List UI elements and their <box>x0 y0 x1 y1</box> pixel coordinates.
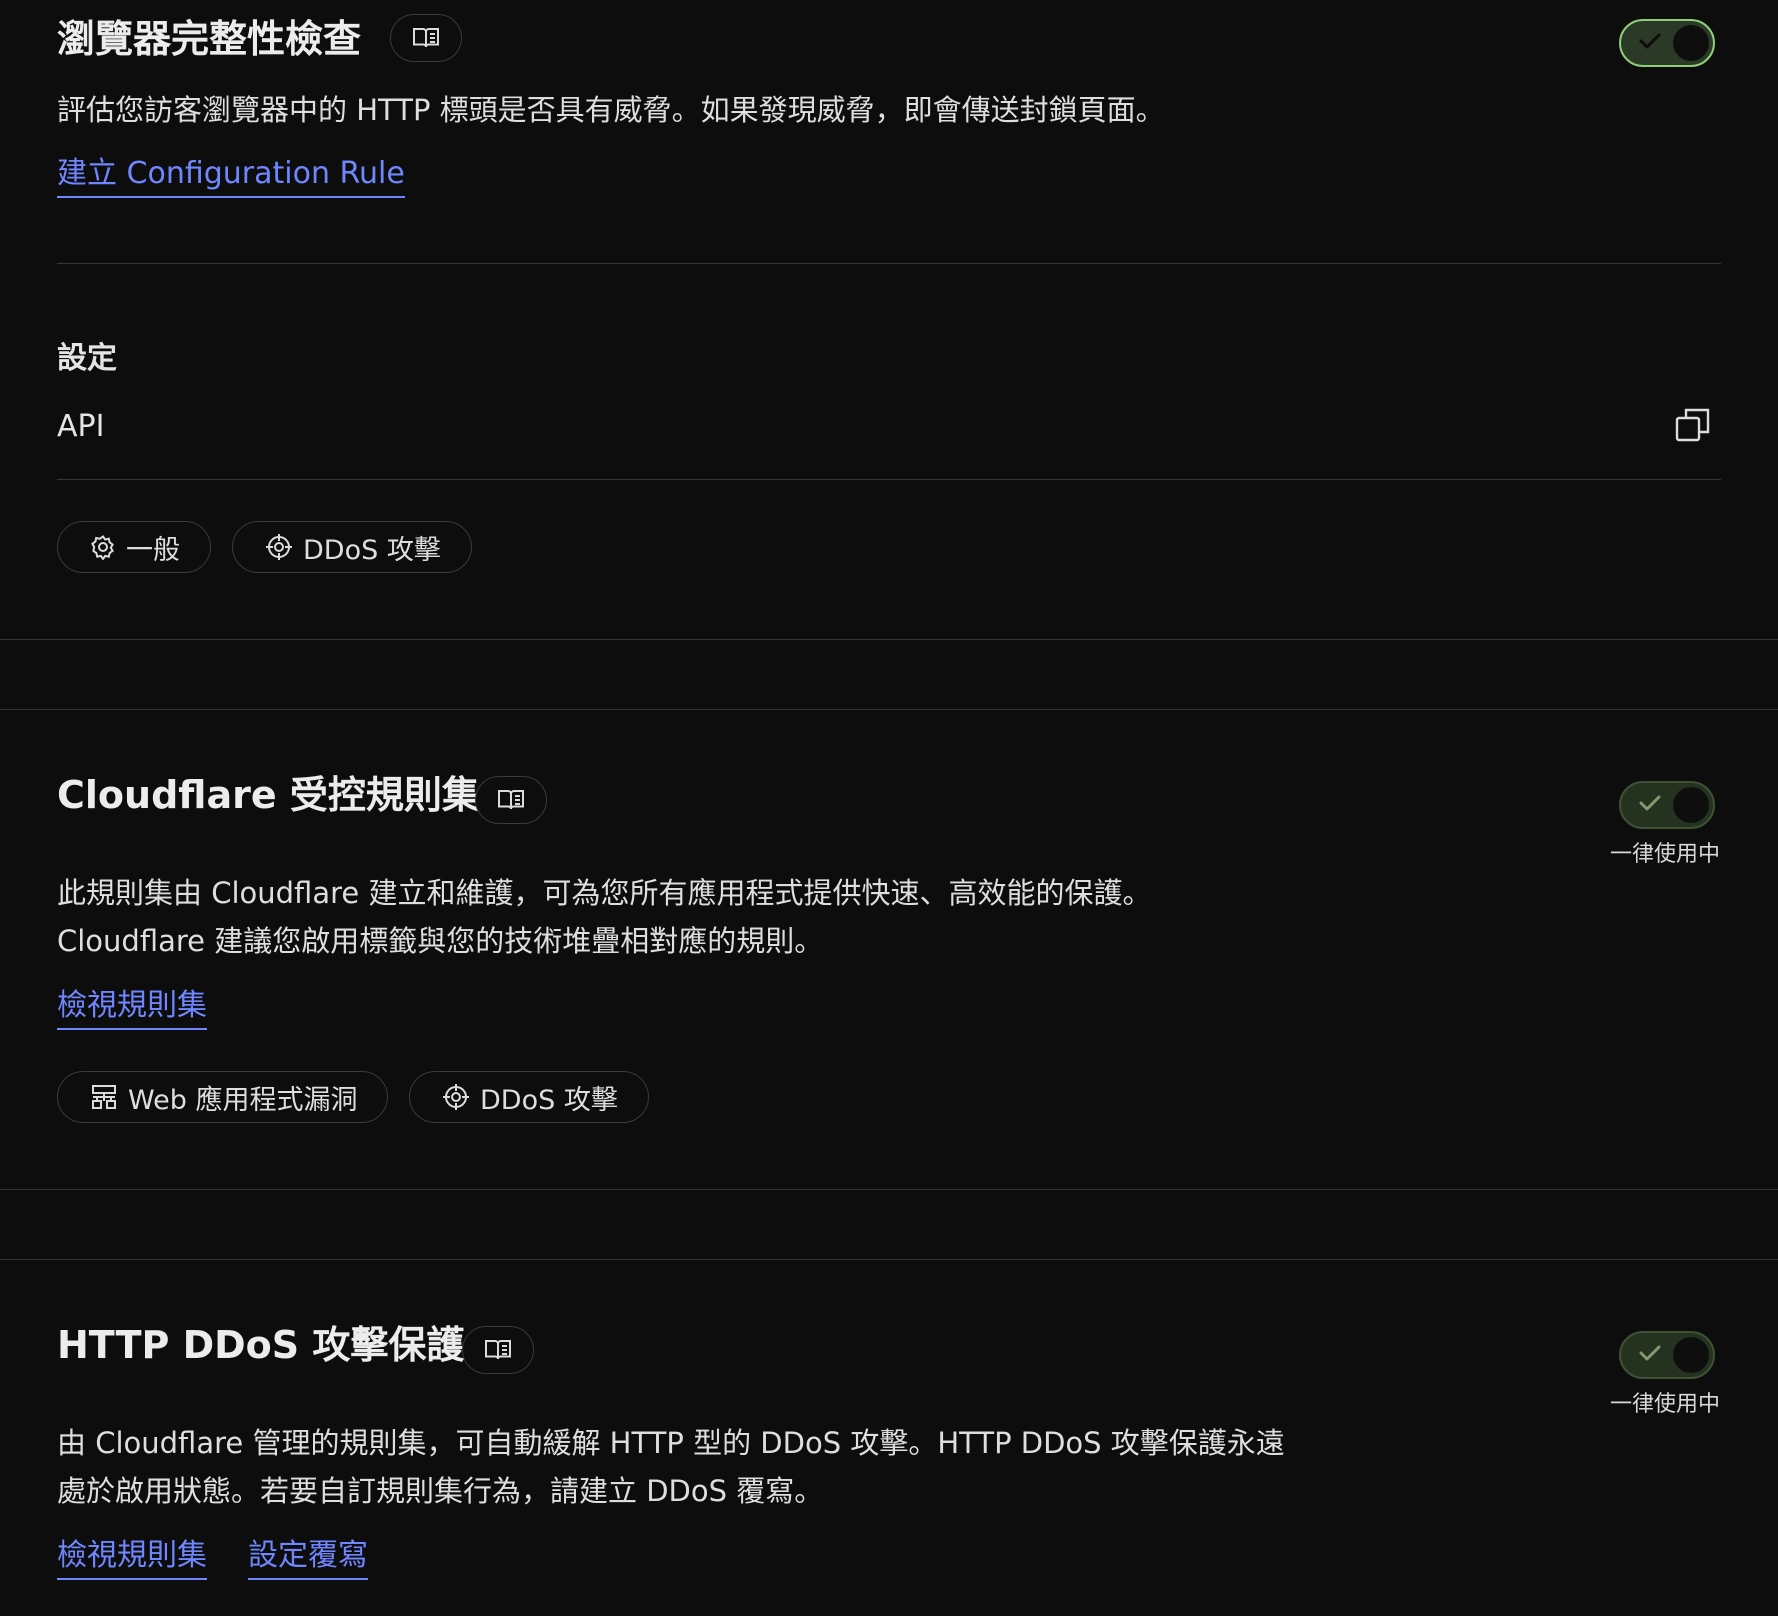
toggle-knob <box>1673 787 1709 823</box>
browser-integrity-section: 瀏覽器完整性檢查 評估您訪客瀏覽器中的 HTTP 標頭是否具有威脅。如果發現威脅… <box>0 0 1778 640</box>
divider <box>57 479 1721 480</box>
docs-button[interactable] <box>475 776 547 824</box>
gear-icon <box>91 535 114 560</box>
managed-ruleset-toggle[interactable] <box>1619 781 1715 829</box>
status-label: 一律使用中 <box>1609 842 1720 867</box>
crosshair-icon <box>443 1084 469 1110</box>
tag-chip-web-vulnerabilities[interactable]: Web 應用程式漏洞 <box>57 1071 389 1123</box>
browser-check-toggle[interactable] <box>1619 19 1715 67</box>
divider <box>57 263 1721 264</box>
status-label: 一律使用中 <box>1609 1392 1720 1417</box>
crosshair-icon <box>266 534 292 560</box>
description-line-2: 處於啟用狀態。若要自訂規則集行為，請建立 DDoS 覆寫。 <box>57 1474 824 1508</box>
check-icon <box>1639 1345 1661 1361</box>
toggle-knob <box>1673 1337 1709 1373</box>
docs-button[interactable] <box>462 1326 534 1374</box>
http-ddos-section: HTTP DDoS 攻擊保護 一律使用中 由 Cloudflare 管理的規則集… <box>0 1260 1778 1616</box>
toggle-knob <box>1673 25 1709 61</box>
chip-label: Web 應用程式漏洞 <box>128 1084 358 1116</box>
chip-label: DDoS 攻擊 <box>303 534 441 566</box>
book-icon <box>498 790 524 810</box>
api-label: API <box>57 409 105 444</box>
section-title: HTTP DDoS 攻擊保護 <box>57 1323 465 1367</box>
view-ruleset-link[interactable]: 檢視規則集 <box>57 1536 207 1580</box>
tag-chip-ddos[interactable]: DDoS 攻擊 <box>232 521 472 573</box>
description-line-1: 此規則集由 Cloudflare 建立和維護，可為您所有應用程式提供快速、高效能… <box>57 876 1152 910</box>
description-line-1: 由 Cloudflare 管理的規則集，可自動緩解 HTTP 型的 DDoS 攻… <box>57 1426 1285 1460</box>
book-icon <box>485 1340 511 1360</box>
tag-chip-general[interactable]: 一般 <box>57 521 211 573</box>
settings-heading: 設定 <box>57 341 117 376</box>
managed-ruleset-section: Cloudflare 受控規則集 一律使用中 此規則集由 Cloudflare … <box>0 710 1778 1190</box>
configure-override-link[interactable]: 設定覆寫 <box>248 1536 368 1580</box>
network-icon <box>92 1085 116 1109</box>
description-line-2: Cloudflare 建議您啟用標籤與您的技術堆疊相對應的規則。 <box>57 924 824 958</box>
create-configuration-rule-link[interactable]: 建立 Configuration Rule <box>57 154 405 198</box>
section-divider <box>0 639 1778 640</box>
section-description: 評估您訪客瀏覽器中的 HTTP 標頭是否具有威脅。如果發現威脅，即會傳送封鎖頁面… <box>57 93 1165 127</box>
check-icon <box>1639 33 1661 49</box>
check-icon <box>1639 795 1661 811</box>
chip-label: DDoS 攻擊 <box>480 1084 618 1116</box>
book-icon <box>413 28 439 48</box>
section-title: Cloudflare 受控規則集 <box>57 773 480 817</box>
section-title: 瀏覽器完整性檢查 <box>57 17 362 61</box>
docs-button[interactable] <box>390 14 462 62</box>
chip-label: 一般 <box>126 534 180 566</box>
view-ruleset-link[interactable]: 檢視規則集 <box>57 986 207 1030</box>
tag-chip-ddos[interactable]: DDoS 攻擊 <box>409 1071 649 1123</box>
section-divider <box>0 1189 1778 1190</box>
copy-icon[interactable] <box>1674 406 1712 444</box>
http-ddos-toggle[interactable] <box>1619 1331 1715 1379</box>
